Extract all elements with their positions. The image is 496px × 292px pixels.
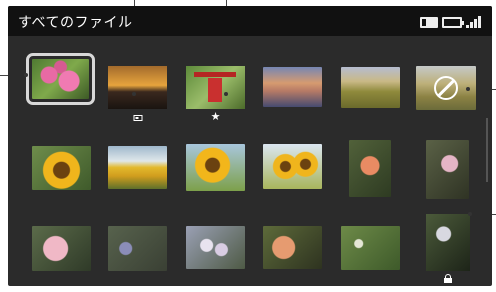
battery-icon xyxy=(442,16,464,28)
file-browser-screen: すべてのファイル ★ xyxy=(8,6,492,286)
thumbnail-sunflower-1[interactable] xyxy=(32,146,91,190)
thumbnail-protected-flower[interactable] xyxy=(426,214,470,283)
callout-dot-movie xyxy=(132,92,136,96)
title-bar: すべてのファイル xyxy=(8,6,492,36)
thumbnail-grid: ★ xyxy=(8,36,492,286)
memory-card-icon xyxy=(420,16,438,28)
favorite-star-icon: ★ xyxy=(210,110,221,123)
thumbnail-sunflower-3[interactable] xyxy=(263,144,322,189)
movie-icon xyxy=(133,115,142,121)
thumbnail-sunflower-2[interactable] xyxy=(186,144,245,191)
page-title: すべてのファイル xyxy=(18,15,133,31)
lock-icon xyxy=(444,274,452,283)
thumbnail-leaves-flowers[interactable] xyxy=(341,226,400,270)
thumbnail-pink-rose-bush[interactable] xyxy=(426,140,469,199)
thumbnail-white-flowers[interactable] xyxy=(186,226,245,269)
thumbnail-image xyxy=(186,66,245,109)
thumbnail-sunset-clouds[interactable] xyxy=(263,67,322,107)
callout-dot-left xyxy=(24,73,28,77)
status-icons xyxy=(420,15,484,29)
thumbnail-sunset-movie[interactable] xyxy=(108,66,167,121)
callout-dot-right-bottom xyxy=(468,212,472,216)
thumbnail-blue-flower[interactable] xyxy=(108,226,167,271)
signal-icon xyxy=(466,16,484,28)
callout-dot-right-top xyxy=(466,87,470,91)
thumbnail-image xyxy=(426,214,470,271)
thumbnail-sunflower-field[interactable] xyxy=(108,146,167,189)
unsupported-icon xyxy=(434,76,458,100)
thumbnail-orange-rose[interactable] xyxy=(263,226,322,269)
thumbnail-pink-rose[interactable] xyxy=(32,226,91,271)
scrollbar[interactable] xyxy=(486,118,488,182)
callout-dot-favorite xyxy=(224,92,228,96)
thumbnail-golden-field[interactable] xyxy=(341,67,400,108)
thumbnail-image xyxy=(108,66,167,109)
thumbnail-flower-pink[interactable] xyxy=(26,53,95,105)
thumbnail-rose-orange[interactable] xyxy=(349,140,391,197)
thumbnail-red-gate[interactable]: ★ xyxy=(186,66,245,122)
